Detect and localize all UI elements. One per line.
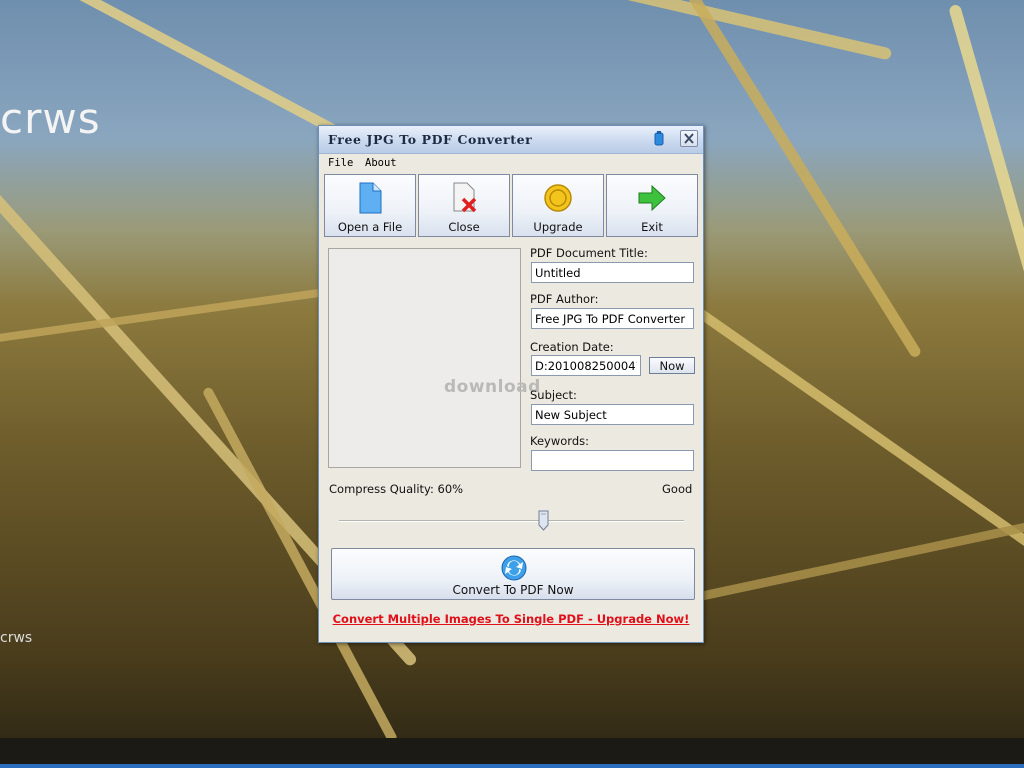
app-window: Free JPG To PDF Converter File About Ope… [318, 125, 704, 643]
creation-date-label: Creation Date: [530, 340, 614, 354]
upgrade-now-link[interactable]: Convert Multiple Images To Single PDF - … [319, 612, 703, 626]
now-button[interactable]: Now [649, 357, 695, 374]
image-preview-pane[interactable] [328, 248, 521, 468]
pdf-title-input[interactable] [531, 262, 694, 283]
window-title: Free JPG To PDF Converter [328, 132, 533, 147]
toolbar: Open a File Close Upgrade Exit [324, 174, 700, 238]
open-file-button[interactable]: Open a File [324, 174, 416, 237]
upgrade-button[interactable]: Upgrade [512, 174, 604, 237]
menu-file[interactable]: File [328, 157, 353, 169]
pdf-author-input[interactable] [531, 308, 694, 329]
creation-date-input[interactable] [531, 355, 641, 376]
document-icon [359, 182, 382, 214]
convert-label: Convert To PDF Now [452, 583, 574, 597]
subject-input[interactable] [531, 404, 694, 425]
convert-refresh-icon [501, 555, 527, 581]
menu-bar: File About [319, 154, 703, 172]
exit-label: Exit [641, 220, 663, 234]
subject-label: Subject: [530, 388, 577, 402]
compress-quality-label: Compress Quality: 60% [329, 482, 464, 496]
desktop-brand-logo: crws [0, 94, 101, 143]
exit-button[interactable]: Exit [606, 174, 698, 237]
pdf-author-label: PDF Author: [530, 292, 599, 306]
close-file-label: Close [448, 220, 480, 234]
desktop-brand-logo-small: crws [0, 630, 33, 646]
convert-to-pdf-button[interactable]: Convert To PDF Now [331, 548, 695, 600]
pin-icon[interactable] [652, 131, 666, 147]
upgrade-label: Upgrade [533, 220, 583, 234]
quality-slider-track[interactable] [339, 520, 684, 522]
window-close-button[interactable] [680, 130, 698, 147]
close-file-button[interactable]: Close [418, 174, 510, 237]
quality-slider-thumb[interactable] [538, 510, 549, 531]
keywords-input[interactable] [531, 450, 694, 471]
quality-level-label: Good [662, 482, 693, 496]
taskbar-strip [0, 764, 1024, 768]
close-icon [684, 133, 694, 144]
close-document-icon [453, 182, 477, 213]
title-bar[interactable]: Free JPG To PDF Converter [319, 126, 703, 154]
menu-about[interactable]: About [365, 157, 397, 169]
coin-icon [544, 184, 572, 212]
watermark-text: download [444, 377, 541, 397]
pdf-title-label: PDF Document Title: [530, 246, 648, 260]
keywords-label: Keywords: [530, 434, 589, 448]
exit-arrow-icon [638, 184, 666, 212]
open-file-label: Open a File [337, 220, 403, 234]
